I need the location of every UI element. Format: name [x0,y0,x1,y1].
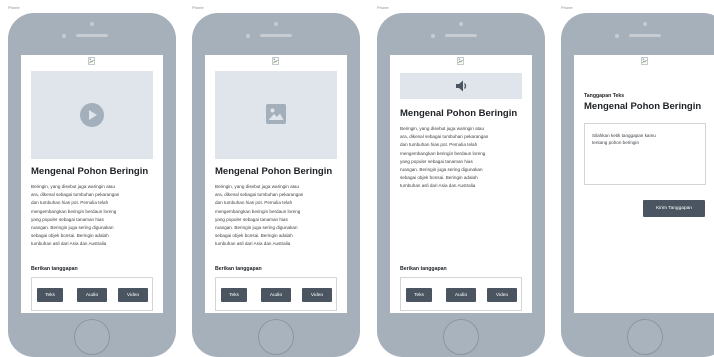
submit-response-button[interactable]: Kirim Tanggapan [643,200,705,217]
textarea-placeholder: tentang pohon beringin [592,140,639,145]
phone-screen: Mengenal Pohon Beringin Beringin, yang d… [205,55,347,313]
play-icon[interactable] [80,103,104,127]
description-line: mengembangkan beringin berdaun loreng [31,208,117,214]
frame-label: Phone [8,5,20,10]
article-title: Mengenal Pohon Beringin [400,108,518,119]
video-response-button[interactable]: Video [487,288,517,302]
article-title: Mengenal Pohon Beringin [215,166,333,177]
phone-speaker [445,34,477,37]
home-button[interactable] [443,319,479,355]
description-line: ruangan. Beringin juga sering digunakan [400,167,483,173]
textarea-placeholder: Silahkan ketik tanggapan kamu [592,133,656,138]
phone-camera [431,34,435,38]
description-line: ruangan. Beringin juga sering digunakan [31,225,114,231]
description-line: ruangan. Beringin juga sering digunakan [215,225,298,231]
broken-image-icon [641,57,648,65]
article-title: Mengenal Pohon Beringin [31,166,149,177]
description-line: yang populer sebagai tanaman hias [400,158,473,164]
text-response-button[interactable]: Teks [37,288,63,302]
response-label: Berikan tanggapan [31,266,78,272]
description-line: Beringin, yang disebut juga waringin ata… [31,184,116,189]
phone-camera [246,34,250,38]
article-description: Beringin, yang disebut juga waringin ata… [400,125,524,191]
broken-image-icon [88,57,95,65]
description-line: ara, dikenal sebagai tumbuhan pekarangan [215,192,304,198]
audio-response-button[interactable]: Audio [261,288,291,302]
text-response-button[interactable]: Teks [221,288,247,302]
phone-frame-audio: Mengenal Pohon Beringin Beringin, yang d… [377,13,545,357]
video-response-button[interactable]: Video [118,288,148,302]
home-button[interactable] [74,319,110,355]
phone-screen: Mengenal Pohon Beringin Beringin, yang d… [390,55,532,313]
audio-response-button[interactable]: Audio [77,288,107,302]
response-options: Teks Audio Video [215,277,337,311]
description-line: ara, dikenal sebagai tumbuhan pekarangan [31,192,120,198]
broken-image-icon [272,57,279,65]
description-line: tumbuhan asli dari Asia dan Australia [31,241,107,247]
image-icon [266,104,286,124]
frame-label: Phone [192,5,204,10]
description-line: mengembangkan beringin berdaun loreng [400,150,486,156]
audio-response-button[interactable]: Audio [446,288,476,302]
home-button[interactable] [627,319,663,355]
phone-sensor [459,22,463,26]
response-label: Berikan tanggapan [215,266,262,272]
phone-sensor [274,22,278,26]
phone-frame-text-response: Tanggapan Teks Mengenal Pohon Beringin S… [561,13,714,357]
phone-frame-video: Mengenal Pohon Beringin Beringin, yang d… [8,13,176,357]
phone-frame-image: Mengenal Pohon Beringin Beringin, yang d… [192,13,360,357]
speaker-icon[interactable] [455,79,469,93]
broken-image-icon [457,57,464,65]
description-line: dan tumbuhan hias pot. Pemulia telah [215,200,293,206]
description-line: Beringin, yang disebut juga waringin ata… [400,126,485,131]
phone-camera [62,34,66,38]
frame-label: Phone [377,5,389,10]
video-player[interactable] [31,71,153,159]
description-line: dan tumbuhan hias pot. Pemulia telah [400,142,478,148]
phone-sensor [643,22,647,26]
audio-player[interactable] [400,73,522,99]
phone-speaker [260,34,292,37]
home-button[interactable] [258,319,294,355]
description-line: sebagai objek bonsai. Beringin adalah [215,233,293,239]
response-options: Teks Audio Video [31,277,153,311]
phone-speaker [76,34,108,37]
description-line: tumbuhan asli dari Asia dan Australia [215,241,291,247]
description-line: ara, dikenal sebagai tumbuhan pekarangan [400,134,489,140]
response-type-heading: Tanggapan Teks [584,93,625,99]
phone-speaker [629,34,661,37]
phone-sensor [90,22,94,26]
article-description: Beringin, yang disebut juga waringin ata… [31,183,155,249]
description-line: tumbuhan asli dari Asia dan Australia [400,183,476,189]
video-response-button[interactable]: Video [302,288,332,302]
description-line: dan tumbuhan hias pot. Pemulia telah [31,200,109,206]
description-line: yang populer sebagai tanaman hias [31,216,104,222]
article-title: Mengenal Pohon Beringin [584,101,702,112]
phone-screen: Mengenal Pohon Beringin Beringin, yang d… [21,55,163,313]
description-line: sebagai objek bonsai. Beringin adalah [31,233,109,239]
phone-camera [615,34,619,38]
response-options: Teks Audio Video [400,277,522,311]
description-line: sebagai objek bonsai. Beringin adalah [400,175,478,181]
image-placeholder [215,71,337,159]
frame-label: Phone [561,5,573,10]
text-response-button[interactable]: Teks [406,288,432,302]
article-description: Beringin, yang disebut juga waringin ata… [215,183,339,249]
response-label: Berikan tanggapan [400,266,447,272]
description-line: yang populer sebagai tanaman hias [215,216,288,222]
phone-screen: Tanggapan Teks Mengenal Pohon Beringin S… [574,55,714,313]
description-line: mengembangkan beringin berdaun loreng [215,208,301,214]
description-line: Beringin, yang disebut juga waringin ata… [215,184,300,189]
response-textarea[interactable]: Silahkan ketik tanggapan kamu tentang po… [584,123,706,185]
